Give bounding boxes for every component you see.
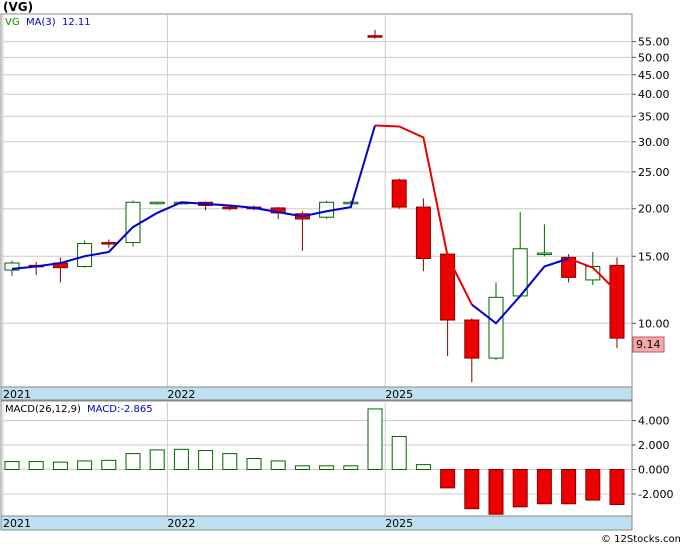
macd-bar-positive [391, 435, 407, 471]
price-y-tick-label: 10.00 [638, 317, 670, 330]
macd-bar-positive [125, 453, 141, 471]
macd-bar-negative [561, 469, 577, 505]
candle-body-down [415, 206, 431, 260]
macd-bar-positive [270, 460, 286, 471]
macd-bar-negative [609, 469, 625, 506]
price-tag: 9.14 [636, 338, 661, 351]
macd-bar-negative [464, 469, 480, 510]
price-y-tick-label: 45.00 [638, 69, 670, 82]
price-y-tick-label: 15.00 [638, 250, 670, 263]
macd-bar-positive [319, 465, 335, 471]
macd-bar-positive [294, 465, 310, 471]
price-panel-frame [0, 13, 633, 401]
macd-x-tick-label: 2021 [3, 517, 31, 530]
candle-body-up [536, 252, 552, 256]
macd-y-axis: 4.000 2.000 0.000 -2.000 [632, 415, 673, 501]
macd-bar-negative [585, 469, 601, 501]
macd-bar-positive [343, 465, 359, 471]
macd-bar-positive [367, 408, 383, 471]
price-x-tick-label: 2021 [3, 388, 31, 401]
candle-body-down [222, 206, 238, 210]
candle-body-up [149, 201, 165, 205]
macd-y-tick-label: -2.000 [638, 488, 673, 501]
ticker-title: (VG) [3, 0, 33, 14]
macd-x-tick-label: 2025 [385, 517, 413, 530]
chart-svg: 10.00 15.00 20.00 25.00 30.00 35.00 40.00 45.00… [0, 0, 680, 545]
price-x-axis-band [0, 386, 633, 401]
price-x-tick-label: 2022 [167, 388, 195, 401]
price-y-tick-label: 35.00 [638, 110, 670, 123]
candle-body-up [125, 201, 141, 244]
candle [77, 240, 93, 268]
price-y-tick-label: 20.00 [638, 203, 670, 216]
macd-bar-negative [488, 469, 504, 515]
macd-bar-positive [149, 449, 165, 471]
price-x-tick-label: 2025 [385, 388, 413, 401]
price-y-tick-label: 55.00 [638, 36, 670, 49]
candle [149, 201, 165, 205]
macd-bar-negative [512, 469, 528, 508]
price-y-tick-label: 50.00 [638, 51, 670, 64]
macd-bar-positive [52, 461, 68, 471]
price-y-tick-label: 30.00 [638, 136, 670, 149]
macd-legend-label: MACD(26,12,9) [5, 404, 81, 415]
candle-body-up [488, 296, 504, 359]
macd-bar-positive [198, 450, 214, 471]
macd-bar-positive [101, 459, 117, 471]
macd-y-tick-label: 4.000 [638, 415, 670, 428]
macd-bar-positive [246, 458, 262, 471]
candle-body-up [343, 201, 359, 205]
chart-stage: 10.00 15.00 20.00 25.00 30.00 35.00 40.00 45.00… [0, 0, 680, 546]
price-y-tick-label: 40.00 [638, 88, 670, 101]
legend-symbol: VG [5, 17, 20, 28]
candle-body-down [367, 35, 383, 38]
macd-bar-positive [77, 460, 93, 471]
macd-legend-value: MACD:-2.865 [87, 404, 153, 415]
macd-x-tick-label: 2022 [167, 517, 195, 530]
price-y-axis: 10.00 15.00 20.00 25.00 30.00 35.00 40.00 45.00… [632, 36, 670, 330]
macd-x-axis-band [0, 515, 633, 531]
legend-ma-value: 12.11 [62, 17, 91, 28]
macd-bar-positive [4, 461, 20, 471]
macd-bar-negative [536, 469, 552, 505]
macd-bar-positive [222, 453, 238, 471]
watermark: © 12Stocks.com [601, 534, 680, 545]
macd-bar-positive [173, 448, 189, 471]
macd-y-tick-label: 0.000 [638, 464, 670, 477]
macd-y-tick-label: 2.000 [638, 439, 670, 452]
macd-bar-positive [28, 461, 44, 471]
price-y-tick-label: 25.00 [638, 166, 670, 179]
candle-body-down [391, 179, 407, 208]
candle [391, 178, 407, 209]
macd-bar-negative [440, 469, 456, 489]
candle-body-down [464, 319, 480, 359]
candle-body-down [609, 264, 625, 339]
candle-body-down [101, 242, 117, 245]
macd-bar-positive [415, 464, 431, 471]
legend-ma-label: MA(3) [26, 17, 56, 28]
candle [609, 257, 625, 349]
